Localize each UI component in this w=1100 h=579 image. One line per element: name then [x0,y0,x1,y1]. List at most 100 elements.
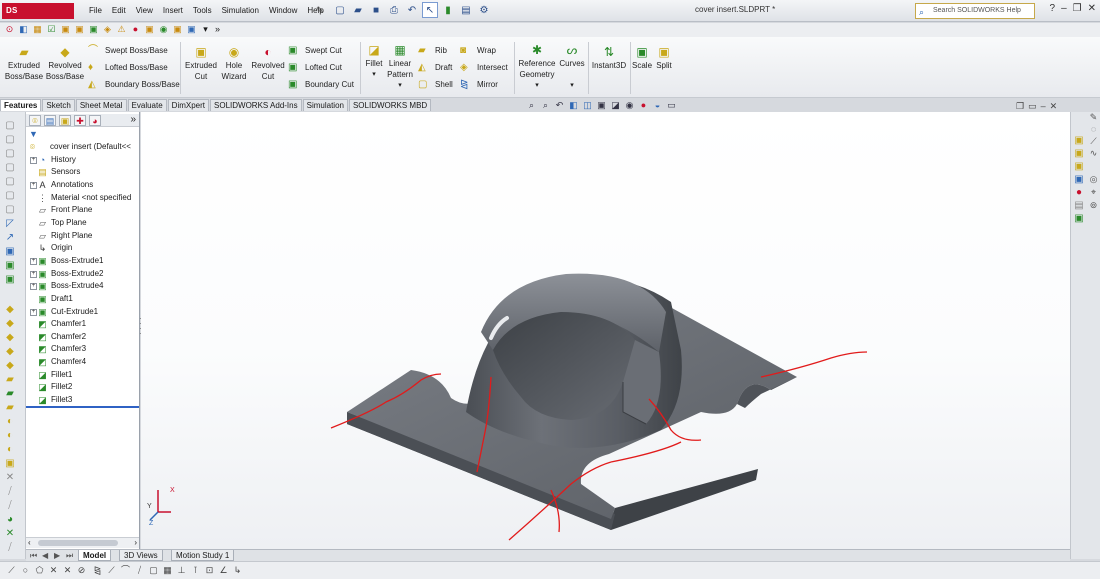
expand-icon[interactable]: + [30,182,37,189]
tab-sketch[interactable]: Sketch [42,99,75,111]
feature-tool-icon[interactable]: ◆ [4,318,16,330]
scroll-left-icon[interactable]: ‹ [28,538,31,548]
next-tab-icon[interactable]: ▶ [54,550,60,561]
draft-button[interactable]: ◭ Draft [418,62,452,73]
expand-icon[interactable]: + [30,157,37,164]
flyout-icon[interactable]: ◎ [1088,174,1099,185]
close-icon[interactable]: ✕ [1088,3,1096,14]
tree-item-chamfer1[interactable]: ◩ Chamfer1 [26,318,139,330]
expand-icon[interactable]: + [30,309,37,316]
tab-sheet-metal[interactable]: Sheet Metal [75,99,127,111]
check-icon[interactable]: ☑ [46,24,57,35]
intersect-button[interactable]: ◈ Intersect [460,62,508,73]
boundary-cut-button[interactable]: ▣ Boundary Cut [288,79,354,90]
menu-edit[interactable]: Edit [107,0,131,22]
convert-icon[interactable]: ⊘ [76,565,87,576]
tree-item-cut-extrude1[interactable]: + ▣ Cut-Extrude1 [26,306,139,318]
spline-icon[interactable]: ∿ [1088,148,1099,159]
expand-panel-icon[interactable]: » [130,114,136,125]
polygon-icon[interactable]: ⬠ [34,565,45,576]
curves-button[interactable]: ᔕ Curves ▾ [559,44,585,91]
design-library-icon[interactable]: ▣ [1073,148,1085,160]
tree-item-front-plane[interactable]: ▱ Front Plane [26,204,139,216]
first-tab-icon[interactable]: ⏮ [30,550,37,561]
flyout-icon[interactable]: ⊚ [1088,200,1099,211]
tree-item-chamfer4[interactable]: ◩ Chamfer4 [26,356,139,368]
tree-item-part[interactable]: ⌾ cover insert (Default<< [26,141,139,153]
tree-item-top-plane[interactable]: ▱ Top Plane [26,217,139,229]
sketch-tool-icon[interactable]: ▢ [4,162,16,174]
shell-button[interactable]: ▢ Shell [418,79,453,90]
sketch-tool-icon[interactable]: ▢ [4,134,16,146]
tab-3d-views[interactable]: 3D Views [119,550,163,561]
tree-item-material[interactable]: ⋮ Material <not specified [26,192,139,204]
dimension-icon[interactable]: ∠ [218,565,229,576]
boundary-boss-button[interactable]: ◭ Boundary Boss/Base [88,79,180,90]
sketch-tool-icon[interactable]: ▣ [4,246,16,258]
viewport-minimize-icon[interactable]: – [1041,101,1046,112]
feature-tool-icon[interactable]: ◐ [4,416,16,428]
tree-item-annotations[interactable]: + A Annotations [26,179,139,191]
tab-simulation[interactable]: Simulation [302,99,348,111]
feature-tool-icon[interactable]: ▰ [4,374,16,386]
feature-tool-icon[interactable]: ◐ [4,444,16,456]
pin-icon[interactable]: ✎ [316,5,324,16]
fillet-icon[interactable]: ⌒ [120,565,131,576]
custom-properties-icon[interactable]: ▤ [1073,200,1085,212]
wrap-button[interactable]: ◙ Wrap [460,45,496,56]
tab-solidworks-mbd[interactable]: SOLIDWORKS MBD [348,99,432,111]
propertymanager-tab-icon[interactable]: ▤ [44,115,56,126]
swept-cut-button[interactable]: ▣ Swept Cut [288,45,342,56]
tree-item-right-plane[interactable]: ▱ Right Plane [26,230,139,242]
relation-icon[interactable]: ▣ [60,24,71,35]
circle-icon[interactable]: ○ [20,565,31,576]
save-icon[interactable]: ■ [368,2,384,18]
tree-item-chamfer3[interactable]: ◩ Chamfer3 [26,343,139,355]
pin-icon[interactable]: ✎ [1088,112,1099,123]
print-icon[interactable]: ⎙ [386,2,402,18]
instant3d-button[interactable]: ⇅ Instant3D [590,46,628,71]
mirror-button[interactable]: ⧎ Mirror [460,79,498,90]
feature-tool-icon[interactable]: ◆ [4,346,16,358]
previous-tab-icon[interactable]: ◀ [42,550,48,561]
dimxpertmanager-tab-icon[interactable]: ✚ [74,115,86,126]
feature-tool-icon[interactable]: ◕ [4,514,16,526]
sketch-icon[interactable]: ◧ [18,24,29,35]
mass-properties-icon[interactable]: ▣ [88,24,99,35]
feature-tool-icon[interactable]: ⧸ [4,542,16,554]
section-view-icon[interactable]: ◧ [568,100,579,111]
trim-icon[interactable]: ✕ [48,565,59,576]
help-search-input[interactable]: ⌕ Search SOLIDWORKS Help [915,3,1035,19]
more-icon[interactable]: » [212,24,223,35]
rib-button[interactable]: ▰ Rib [418,45,447,56]
scale-button[interactable]: ▣ Scale [632,46,652,71]
line-icon[interactable]: ⟋ [1088,136,1099,147]
select-pointer-icon[interactable]: ↖ [422,2,438,18]
tree-item-fillet3[interactable]: ◪ Fillet3 [26,394,139,406]
section-icon[interactable]: ◈ [102,24,113,35]
zoom-to-fit-icon[interactable]: ⌕ [526,100,537,111]
menu-simulation[interactable]: Simulation [217,0,264,22]
linear-pattern-dropdown-icon[interactable]: ▾ [386,80,414,91]
sketch-tool-icon[interactable]: ↗ [4,232,16,244]
sketch-more-icon[interactable]: ↳ [232,565,243,576]
tab-model[interactable]: Model [78,550,112,561]
smart-dimension-icon[interactable]: ▦ [32,24,43,35]
expand-icon[interactable]: + [30,283,37,290]
tree-item-boss-extrude1[interactable]: + ▣ Boss-Extrude1 [26,255,139,267]
menu-window[interactable]: Window [264,0,302,22]
linear-pattern-button[interactable]: ▦ Linear Pattern ▾ [386,44,414,91]
rectangle-icon[interactable]: ▢ [148,565,159,576]
expand-icon[interactable]: + [30,271,37,278]
sketch-tool-icon[interactable]: ▢ [4,176,16,188]
feature-tool-icon[interactable]: ✕ [4,472,16,484]
feature-tool-icon[interactable]: ⧸ [4,486,16,498]
feature-tool-icon[interactable]: ⧸ [4,500,16,512]
tab-features[interactable]: Features [0,99,42,111]
revolved-boss-button[interactable]: ◆ Revolved Boss/Base [45,46,85,82]
new-document-icon[interactable]: ▢ [332,2,348,18]
fillet-dropdown-icon[interactable]: ▾ [363,69,385,80]
display-style-icon[interactable]: ▣ [144,24,155,35]
lofted-boss-button[interactable]: ♦ Lofted Boss/Base [88,62,168,73]
sketch-tool-icon[interactable]: ▢ [4,148,16,160]
